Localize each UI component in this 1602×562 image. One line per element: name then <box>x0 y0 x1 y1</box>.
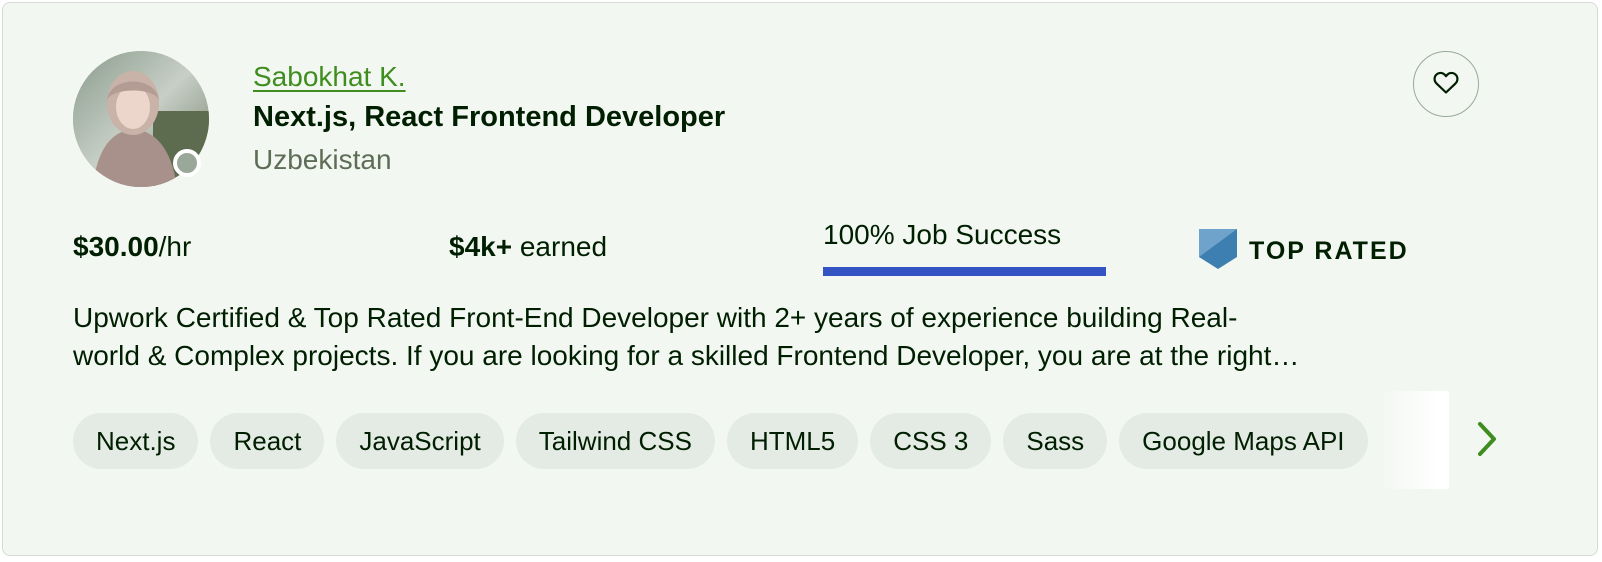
top-rated-badge: TOP RATED <box>1199 229 1409 274</box>
skill-chip[interactable]: Tailwind CSS <box>515 413 715 469</box>
profile-description[interactable]: Upwork Certified & Top Rated Front-End D… <box>73 299 1483 375</box>
skill-chip[interactable]: React <box>210 413 325 469</box>
freelancer-location: Uzbekistan <box>253 144 392 175</box>
online-status-dot <box>173 149 201 177</box>
earned-amount: $4k+ <box>449 231 513 262</box>
skill-chip[interactable]: Google Maps API <box>1119 413 1368 469</box>
skills-fade-overlay <box>1379 391 1449 489</box>
avatar-container <box>73 51 209 187</box>
hourly-rate-unit: /hr <box>158 231 192 262</box>
job-success-bar <box>823 267 1106 276</box>
hourly-rate: $30.00/hr <box>73 231 191 263</box>
skill-chip[interactable]: JavaScript <box>336 413 504 469</box>
freelancer-title: Next.js, React Frontend Developer <box>253 101 726 133</box>
freelancer-name-link[interactable]: Sabokhat K. <box>253 61 406 93</box>
description-line: Upwork Certified & Top Rated Front-End D… <box>73 302 1238 333</box>
skills-next-button[interactable] <box>1467 417 1507 465</box>
skill-chip[interactable]: Next.js <box>73 413 199 469</box>
skills-list: Next.js React JavaScript Tailwind CSS HT… <box>73 413 1447 469</box>
skill-chip[interactable]: CSS 3 <box>870 413 992 469</box>
earned-label: earned <box>512 231 608 262</box>
chevron-right-icon <box>1476 421 1498 462</box>
job-success-label: 100% Job Success <box>823 219 1062 250</box>
skill-chip[interactable]: HTML5 <box>726 413 859 469</box>
top-rated-shield-icon <box>1199 229 1237 274</box>
save-favorite-button[interactable] <box>1413 51 1479 117</box>
heart-icon <box>1433 71 1459 98</box>
top-rated-label: TOP RATED <box>1249 237 1409 265</box>
skill-chip[interactable]: Sass <box>1003 413 1108 469</box>
description-line: world & Complex projects. If you are loo… <box>73 340 1300 371</box>
freelancer-card[interactable]: Sabokhat K. Next.js, React Frontend Deve… <box>2 2 1598 556</box>
total-earned: $4k+ earned <box>449 231 607 263</box>
hourly-rate-amount: $30.00 <box>73 231 159 262</box>
